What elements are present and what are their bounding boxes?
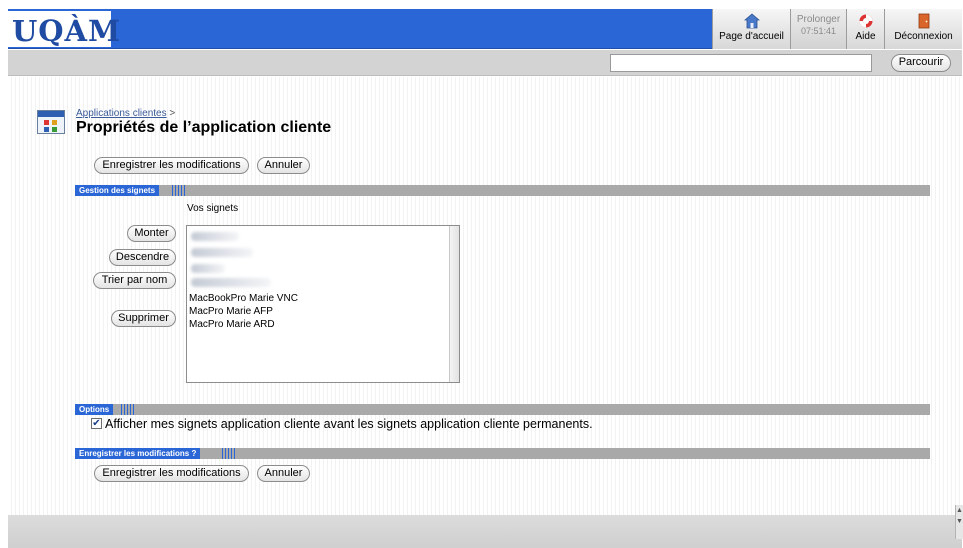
sort-by-name-button[interactable]: Trier par nom <box>93 272 176 289</box>
uqam-logo[interactable]: UQÀM <box>8 11 120 48</box>
help-label: Aide <box>855 31 876 42</box>
list-scrollbar[interactable] <box>449 226 459 382</box>
save-button-bottom[interactable]: Enregistrer les modifications <box>94 465 249 482</box>
show-bookmarks-first-label: Afficher mes signets application cliente… <box>105 417 593 431</box>
logo-text: UQÀM <box>12 14 122 48</box>
cancel-button-bottom[interactable]: Annuler <box>257 465 310 482</box>
bookmarks-list-label: Vos signets <box>187 203 239 214</box>
blurred-bookmark <box>191 264 225 273</box>
scroll-down-arrow-icon[interactable]: ▼ <box>956 516 963 527</box>
search-input[interactable] <box>610 54 872 72</box>
blurred-bookmark <box>191 232 239 241</box>
lifebuoy-icon <box>859 14 872 28</box>
move-down-button[interactable]: Descendre <box>109 249 176 266</box>
breadcrumb-separator: > <box>169 108 176 119</box>
application-icon <box>37 110 65 134</box>
cancel-button-top[interactable]: Annuler <box>257 157 310 174</box>
list-item[interactable]: MacPro Marie ARD <box>189 319 275 330</box>
home-icon <box>743 13 760 29</box>
browse-button[interactable]: Parcourir <box>891 54 951 72</box>
list-item[interactable]: MacBookPro Marie VNC <box>189 293 298 304</box>
search-toolbar: Parcourir <box>8 50 962 76</box>
door-icon <box>918 13 929 29</box>
logout-label: Déconnexion <box>894 31 953 42</box>
section-bar-bookmarks: Gestion des signets <box>75 185 930 196</box>
logout-button[interactable]: Déconnexion <box>884 9 962 49</box>
section-bar-options: Options <box>75 404 930 415</box>
page-title: Propriétés de l’application cliente <box>76 119 332 136</box>
delete-button[interactable]: Supprimer <box>111 310 176 327</box>
bookmarks-listbox[interactable]: MacBookPro Marie VNC MacPro Marie AFP Ma… <box>186 225 460 383</box>
scroll-up-arrow-icon[interactable]: ▲ <box>956 505 963 516</box>
blurred-bookmark <box>191 248 253 257</box>
move-up-button[interactable]: Monter <box>127 225 176 242</box>
page-footer <box>8 515 962 548</box>
home-button[interactable]: Page d'accueil <box>712 9 790 49</box>
section-title-options: Options <box>75 404 114 415</box>
show-bookmarks-first-checkbox[interactable]: ✔ <box>91 418 102 429</box>
section-title-save: Enregistrer les modifications ? <box>75 448 201 459</box>
home-label: Page d'accueil <box>719 31 784 42</box>
prolonger-button[interactable]: Prolonger 07:51:41 <box>790 9 846 49</box>
prolonger-label: Prolonger <box>796 14 841 25</box>
section-title-bookmarks: Gestion des signets <box>75 185 160 196</box>
blurred-bookmark <box>191 278 271 287</box>
save-button-top[interactable]: Enregistrer les modifications <box>94 157 249 174</box>
window-scrollbar[interactable]: ▲ ▼ <box>955 505 963 539</box>
session-timer: 07:51:41 <box>800 26 837 36</box>
breadcrumb-link-applications[interactable]: Applications clientes <box>76 108 167 119</box>
top-header: UQÀM Page d'accueil Prolonger 07:51:41 A… <box>8 9 962 49</box>
breadcrumb: Applications clientes > <box>76 108 175 119</box>
list-item[interactable]: MacPro Marie AFP <box>189 306 273 317</box>
help-button[interactable]: Aide <box>846 9 884 49</box>
section-bar-save: Enregistrer les modifications ? <box>75 448 930 459</box>
